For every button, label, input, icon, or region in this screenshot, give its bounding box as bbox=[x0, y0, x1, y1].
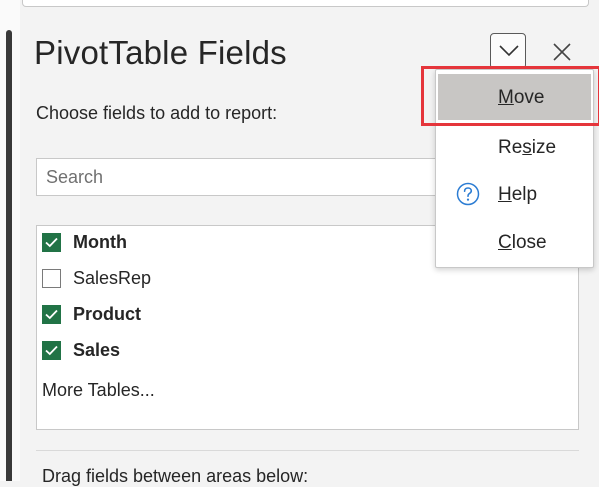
section-divider bbox=[36, 450, 579, 451]
search-placeholder: Search bbox=[46, 167, 104, 187]
pane-title: PivotTable Fields bbox=[34, 34, 287, 71]
salesrep-checkbox[interactable] bbox=[42, 268, 61, 288]
task-pane-options-button[interactable] bbox=[490, 33, 526, 69]
more-tables-link[interactable]: More Tables... bbox=[42, 380, 155, 401]
move-highlight-annotation bbox=[421, 66, 599, 126]
close-icon bbox=[553, 43, 571, 61]
month-checkbox[interactable] bbox=[42, 232, 61, 252]
checkmark-icon bbox=[45, 345, 58, 355]
field-item-sales[interactable]: Sales bbox=[42, 336, 120, 364]
field-search-input[interactable]: Search bbox=[36, 158, 448, 196]
product-checkbox[interactable] bbox=[42, 304, 61, 324]
chevron-down-icon bbox=[499, 45, 519, 57]
field-item-product[interactable]: Product bbox=[42, 300, 141, 328]
drag-fields-label: Drag fields between areas below: bbox=[42, 466, 309, 486]
top-cell-edge bbox=[22, 0, 589, 7]
menu-label-close: Close bbox=[498, 232, 547, 253]
menu-item-close[interactable]: Close bbox=[436, 219, 593, 265]
field-label-month: Month bbox=[73, 231, 127, 252]
field-item-month[interactable]: Month bbox=[42, 228, 127, 256]
menu-label-resize: Resize bbox=[498, 137, 557, 158]
checkmark-icon bbox=[45, 237, 58, 247]
field-label-product: Product bbox=[73, 303, 142, 324]
menu-item-resize[interactable]: Resize bbox=[436, 124, 593, 170]
close-pane-button[interactable] bbox=[548, 38, 576, 66]
checkmark-icon bbox=[45, 309, 58, 319]
menu-label-help: Help bbox=[498, 184, 538, 205]
question-circle-icon bbox=[456, 182, 480, 206]
choose-fields-label: Choose fields to add to report: bbox=[36, 103, 278, 123]
field-label-sales: Sales bbox=[73, 339, 121, 360]
sales-checkbox[interactable] bbox=[42, 340, 61, 360]
window-border bbox=[6, 30, 12, 481]
field-item-salesrep[interactable]: SalesRep bbox=[42, 264, 151, 292]
menu-item-help[interactable]: Help bbox=[436, 171, 593, 217]
field-label-salesrep: SalesRep bbox=[73, 267, 152, 288]
